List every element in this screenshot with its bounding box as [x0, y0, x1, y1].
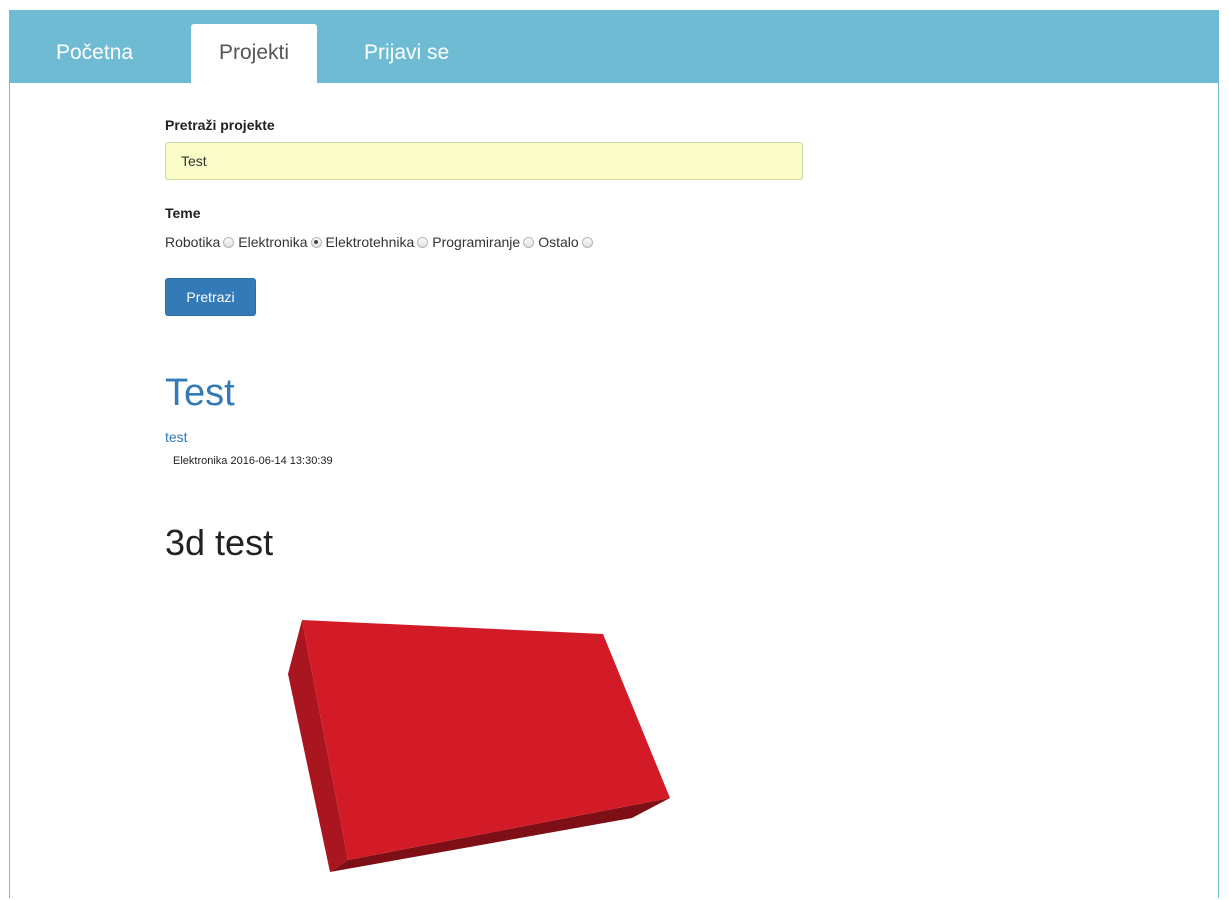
box-front-face	[302, 620, 670, 860]
topics-label: Teme	[165, 205, 201, 221]
nav-item-prijavi-se[interactable]: Prijavi se	[364, 24, 449, 83]
search-label: Pretraži projekte	[165, 117, 275, 133]
topics-radio-group: Robotika Elektronika Elektrotehnika Prog…	[165, 234, 597, 250]
topic-label: Programiranje	[432, 234, 521, 250]
topic-elektrotehnika: Elektrotehnika	[326, 234, 429, 250]
result-description-link[interactable]: test	[165, 429, 188, 445]
topic-label: Robotika	[165, 234, 221, 250]
search-button[interactable]: Pretrazi	[165, 278, 256, 316]
nav-item-pocetna[interactable]: Početna	[56, 24, 133, 83]
topic-elektronika: Elektronika	[238, 234, 322, 250]
3d-model-viewer[interactable]	[270, 610, 690, 900]
model-section-title: 3d test	[165, 522, 274, 563]
page-frame: Početna Projekti Prijavi se Pretraži pro…	[9, 10, 1219, 898]
topic-label: Elektronika	[238, 234, 308, 250]
topic-label: Ostalo	[538, 234, 579, 250]
search-input[interactable]	[165, 142, 803, 180]
radio-elektrotehnika[interactable]	[417, 236, 429, 248]
result-meta: Elektronika 2016-06-14 13:30:39	[173, 455, 333, 467]
result-title-link[interactable]: Test	[165, 370, 235, 416]
topic-robotika: Robotika	[165, 234, 235, 250]
topic-programiranje: Programiranje	[432, 234, 535, 250]
navbar: Početna Projekti Prijavi se	[10, 10, 1218, 83]
topic-ostalo: Ostalo	[538, 234, 593, 250]
radio-ostalo[interactable]	[581, 236, 593, 248]
nav-item-projekti[interactable]: Projekti	[191, 24, 317, 83]
topic-label: Elektrotehnika	[325, 234, 415, 250]
radio-programiranje[interactable]	[523, 236, 535, 248]
radio-elektronika[interactable]	[310, 236, 322, 248]
radio-robotika[interactable]	[223, 236, 235, 248]
